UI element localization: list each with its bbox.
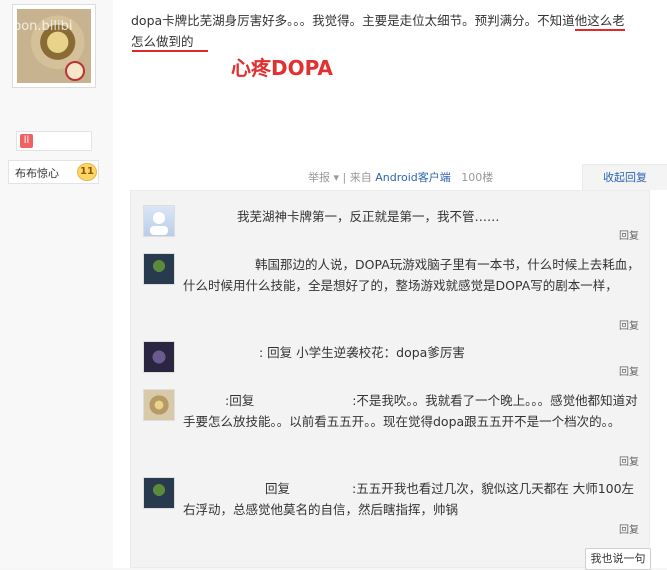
- user-level-box: ll: [16, 131, 92, 151]
- report-link[interactable]: 举报: [308, 171, 330, 184]
- say-something-button[interactable]: 我也说一句: [585, 548, 651, 570]
- reply-list: 我芜湖神卡牌第一，反正就是第一，我不管…… 回复 韩国那边的人说，DOPA玩游戏…: [130, 190, 651, 570]
- reply-button[interactable]: 回复: [619, 453, 639, 468]
- reply-text: 回复:五五开我也看过几次，貌似这几天都在 大师100左右浮动，总感觉他莫名的自信…: [183, 481, 635, 517]
- fan-badge[interactable]: 布布惊心 11: [8, 160, 99, 184]
- reply-button[interactable]: 回复: [619, 227, 639, 242]
- level-badge-icon: ll: [20, 134, 33, 148]
- client-link[interactable]: Android客户端: [375, 171, 451, 184]
- from-label: | 来自: [342, 171, 372, 184]
- post-meta: 举报 ▾ | 来自 Android客户端 100楼: [308, 169, 493, 185]
- reply-button[interactable]: 回复: [619, 363, 639, 378]
- post-text-underlined: 他这么老: [574, 13, 625, 31]
- fan-level-icon: 11: [77, 163, 97, 181]
- user-sidebar: opon.bilibi ll 布布惊心 11: [0, 0, 114, 568]
- reply-avatar[interactable]: [143, 341, 175, 373]
- post-content: dopa卡牌比芜湖身厉害好多。。。我觉得。主要是走位太细节。预判满分。不知道他这…: [113, 0, 667, 570]
- reply-button[interactable]: 回复: [619, 317, 639, 332]
- reply-button[interactable]: 回复: [619, 521, 639, 536]
- default-avatar-icon: [150, 212, 168, 235]
- collapse-replies-button[interactable]: 收起回复: [582, 164, 667, 190]
- floor-number: 100楼: [461, 171, 494, 184]
- user-avatar[interactable]: opon.bilibi: [12, 4, 96, 88]
- red-underline-mark: [132, 50, 208, 52]
- avatar-face-icon: [65, 61, 85, 81]
- dropdown-icon[interactable]: ▾: [334, 171, 343, 184]
- reply-text: 我芜湖神卡牌第一，反正就是第一，我不管……: [237, 209, 500, 224]
- red-annotation: 心疼DOPA: [231, 56, 333, 80]
- reply-text: 韩国那边的人说，DOPA玩游戏脑子里有一本书，什么时候上去耗血，什么时候用什么技…: [183, 257, 640, 293]
- fan-name: 布布惊心: [15, 167, 59, 180]
- reply-avatar[interactable]: [143, 389, 175, 421]
- avatar-image: opon.bilibi: [17, 9, 91, 83]
- reply-avatar[interactable]: [143, 477, 175, 509]
- post-text-2: 怎么做到的: [131, 34, 194, 49]
- post-text-1: dopa卡牌比芜湖身厉害好多。。。我觉得。主要是走位太细节。预判满分。不知道: [131, 13, 575, 28]
- post-body: dopa卡牌比芜湖身厉害好多。。。我觉得。主要是走位太细节。预判满分。不知道他这…: [131, 10, 647, 52]
- reply-text: :回复:不是我吹。。我就看了一个晚上。。。感觉他都知道对手要怎么放技能。。以前看…: [183, 393, 638, 429]
- reply-text: : 回复 小学生逆袭校花：dopa爹厉害: [259, 345, 465, 360]
- reply-avatar[interactable]: [143, 205, 175, 237]
- avatar-watermark: opon.bilibi: [17, 19, 73, 34]
- reply-avatar[interactable]: [143, 253, 175, 285]
